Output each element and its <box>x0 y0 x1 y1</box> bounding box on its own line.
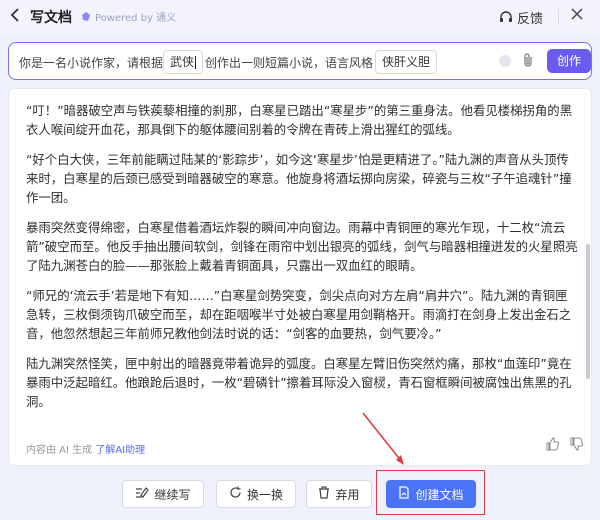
annotation-arrow <box>362 412 404 465</box>
